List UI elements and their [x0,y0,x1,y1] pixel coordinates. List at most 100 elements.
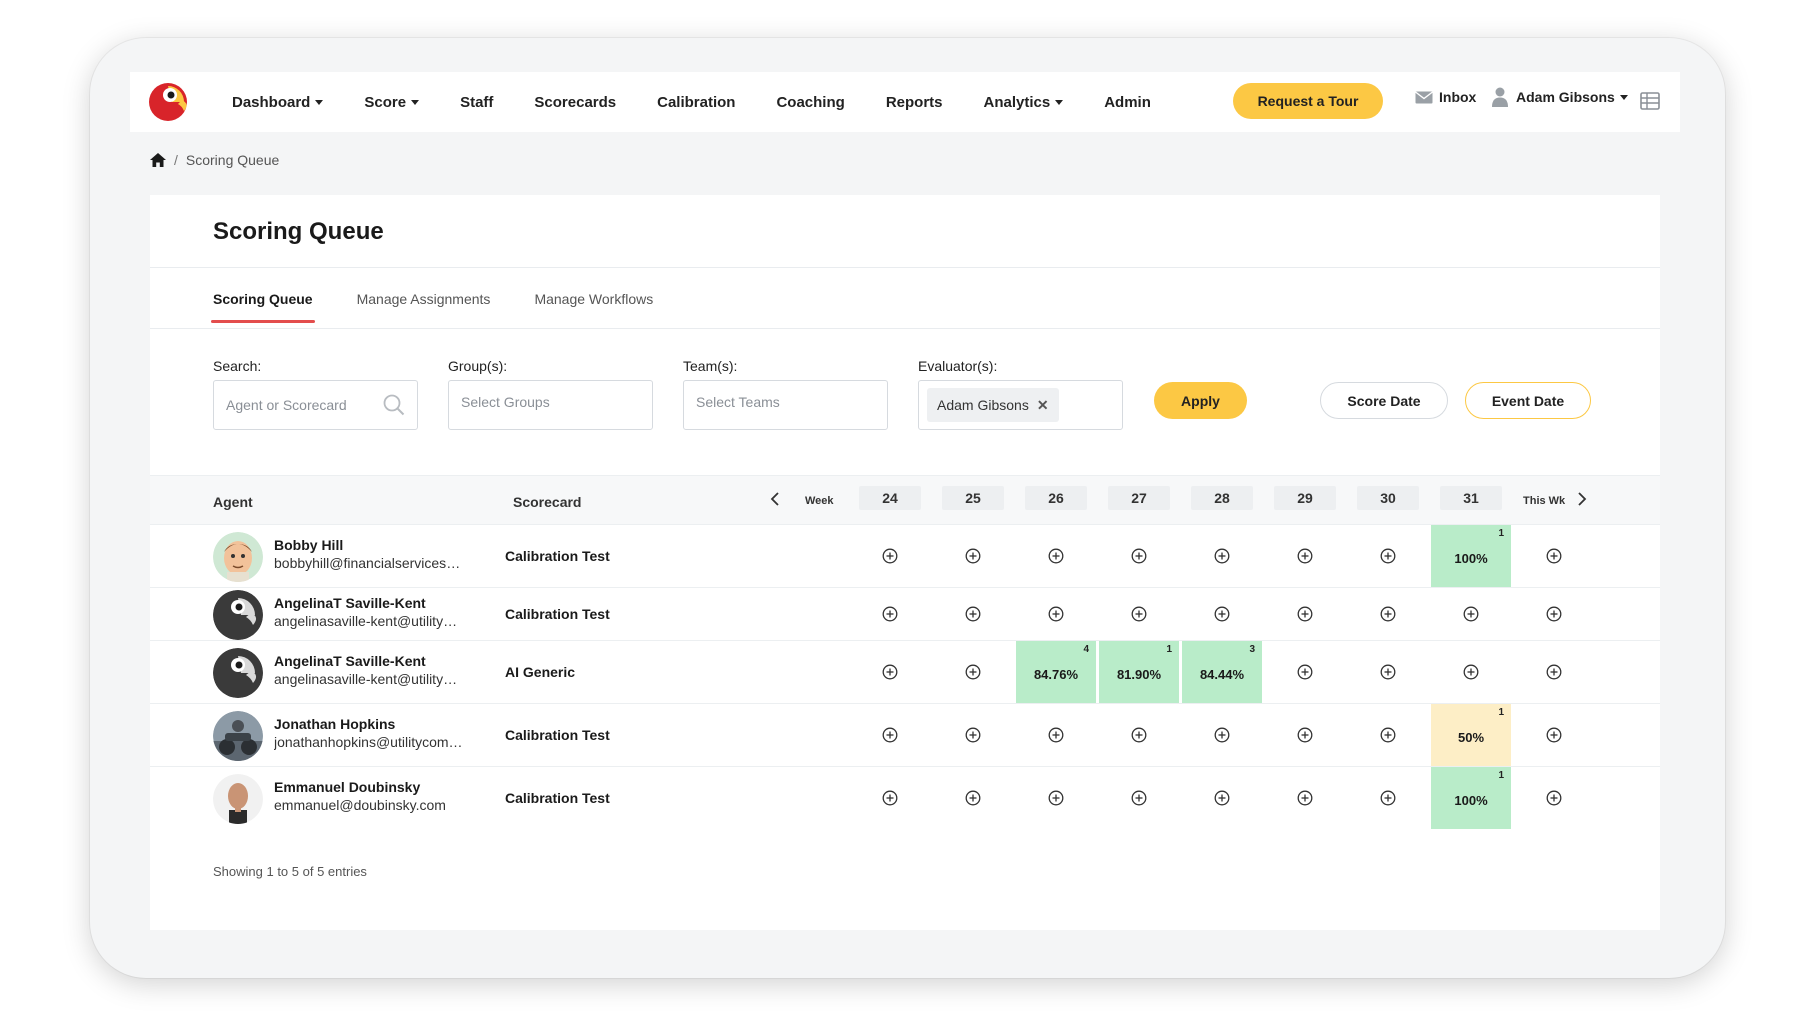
avatar[interactable] [213,773,263,824]
add-evaluation-button[interactable] [1016,588,1096,640]
add-evaluation-button[interactable] [1016,704,1096,766]
week-column-header[interactable]: 25 [942,486,1004,510]
groups-select[interactable]: Select Groups [448,380,653,430]
week-column-header[interactable]: 27 [1108,486,1170,510]
add-evaluation-button[interactable] [1514,588,1594,640]
add-evaluation-icon [1048,727,1064,743]
score-cell[interactable]: 1 100% [1431,767,1511,829]
week-column-header[interactable]: 30 [1357,486,1419,510]
add-evaluation-button[interactable] [850,525,930,587]
agent-email: bobbyhill@financialservices.c... [274,554,464,571]
tab-manage-assignments[interactable]: Manage Assignments [357,291,491,323]
nav-scorecards[interactable]: Scorecards [534,94,616,111]
chevron-left-icon[interactable] [770,492,780,506]
add-evaluation-button[interactable] [1265,767,1345,829]
add-evaluation-button[interactable] [933,525,1013,587]
agent-name[interactable]: AngelinaT Saville-Kent [274,595,426,611]
nav-score[interactable]: Score [364,94,420,111]
teams-select[interactable]: Select Teams [683,380,888,430]
scorecard-name: Calibration Test [505,605,610,622]
nav-calibration[interactable]: Calibration [657,94,735,111]
add-evaluation-button[interactable] [1348,767,1428,829]
add-evaluation-button[interactable] [1016,767,1096,829]
request-tour-button[interactable]: Request a Tour [1233,83,1383,119]
table-view-icon[interactable] [1640,92,1660,110]
nav-dashboard[interactable]: Dashboard [232,94,324,111]
avatar[interactable] [213,589,263,640]
score-cell[interactable]: 4 84.76% [1016,641,1096,703]
add-evaluation-button[interactable] [1514,704,1594,766]
add-evaluation-button[interactable] [1099,704,1179,766]
week-column-header[interactable]: 26 [1025,486,1087,510]
add-evaluation-button[interactable] [1431,588,1511,640]
add-evaluation-button[interactable] [933,588,1013,640]
add-evaluation-button[interactable] [1182,767,1262,829]
add-evaluation-button[interactable] [1514,641,1594,703]
add-evaluation-button[interactable] [933,767,1013,829]
nav-reports[interactable]: Reports [886,94,943,111]
add-evaluation-button[interactable] [1348,641,1428,703]
add-evaluation-button[interactable] [1265,588,1345,640]
add-evaluation-button[interactable] [1016,525,1096,587]
search-input[interactable]: Agent or Scorecard [213,380,418,430]
add-evaluation-button[interactable] [1348,588,1428,640]
add-evaluation-button[interactable] [1265,641,1345,703]
add-evaluation-button[interactable] [1099,525,1179,587]
event-date-button[interactable]: Event Date [1465,382,1591,419]
evaluators-select[interactable]: Adam Gibsons ✕ [918,380,1123,430]
add-evaluation-icon [882,790,898,806]
apply-button[interactable]: Apply [1154,382,1247,419]
add-evaluation-button[interactable] [933,704,1013,766]
week-column-header[interactable]: 24 [859,486,921,510]
add-evaluation-button[interactable] [1265,704,1345,766]
add-evaluation-button[interactable] [933,641,1013,703]
add-evaluation-button[interactable] [1182,525,1262,587]
add-evaluation-button[interactable] [1099,767,1179,829]
home-icon[interactable] [150,153,166,167]
week-column-header[interactable]: 28 [1191,486,1253,510]
avatar[interactable] [213,531,263,582]
add-evaluation-button[interactable] [1514,767,1594,829]
add-evaluation-button[interactable] [850,704,930,766]
agent-name[interactable]: AngelinaT Saville-Kent [274,653,426,669]
avatar[interactable] [213,710,263,761]
add-evaluation-icon [1048,790,1064,806]
inbox-link[interactable]: Inbox [1415,89,1476,105]
user-menu[interactable]: Adam Gibsons [1492,87,1628,107]
search-placeholder: Agent or Scorecard [226,397,347,413]
score-date-button[interactable]: Score Date [1320,382,1448,419]
nav-staff[interactable]: Staff [460,94,493,111]
add-evaluation-button[interactable] [850,767,930,829]
week-column-header[interactable]: 31 [1440,486,1502,510]
parrot-logo-icon[interactable] [148,80,192,124]
nav-coaching[interactable]: Coaching [776,94,844,111]
add-evaluation-button[interactable] [1348,704,1428,766]
tab-scoring-queue[interactable]: Scoring Queue [211,291,315,323]
add-evaluation-button[interactable] [1182,704,1262,766]
add-evaluation-button[interactable] [850,588,930,640]
chevron-down-icon [411,99,420,105]
week-column-header[interactable]: 29 [1274,486,1336,510]
add-evaluation-button[interactable] [1099,588,1179,640]
score-cell[interactable]: 1 100% [1431,525,1511,587]
add-evaluation-button[interactable] [850,641,930,703]
tab-manage-workflows[interactable]: Manage Workflows [534,291,653,323]
agent-name[interactable]: Bobby Hill [274,537,343,553]
score-cell[interactable]: 1 50% [1431,704,1511,766]
add-evaluation-icon [1131,606,1147,622]
chevron-right-icon[interactable] [1577,492,1587,506]
agent-name[interactable]: Emmanuel Doubinsky [274,779,420,795]
nav-analytics[interactable]: Analytics [984,94,1064,111]
remove-chip-icon[interactable]: ✕ [1037,397,1049,414]
add-evaluation-button[interactable] [1265,525,1345,587]
add-evaluation-button[interactable] [1348,525,1428,587]
evaluation-count: 3 [1249,644,1255,655]
score-cell[interactable]: 3 84.44% [1182,641,1262,703]
add-evaluation-button[interactable] [1182,588,1262,640]
nav-admin[interactable]: Admin [1104,94,1151,111]
add-evaluation-button[interactable] [1431,641,1511,703]
add-evaluation-button[interactable] [1514,525,1594,587]
agent-name[interactable]: Jonathan Hopkins [274,716,395,732]
score-cell[interactable]: 1 81.90% [1099,641,1179,703]
avatar[interactable] [213,647,263,698]
